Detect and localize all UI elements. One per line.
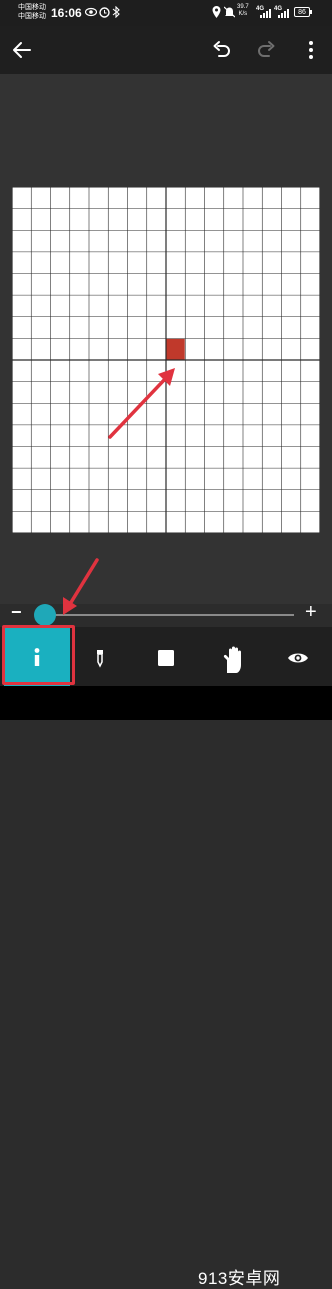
more-vert-icon[interactable] <box>299 38 323 62</box>
bluetooth-icon <box>112 6 120 18</box>
arrow-left-icon[interactable] <box>10 38 34 62</box>
battery-icon: 86 <box>294 7 312 17</box>
decrease-button[interactable]: − <box>11 602 22 623</box>
carrier-labels: 中国移动 中国移动 <box>18 3 46 21</box>
redo-icon[interactable] <box>254 38 278 62</box>
location-icon <box>212 6 221 18</box>
tool-fill-square[interactable] <box>133 627 199 686</box>
slider-thumb[interactable] <box>34 604 56 626</box>
clock: 16:06 <box>51 6 82 20</box>
filled-pixel[interactable] <box>166 338 185 360</box>
tool-hand[interactable] <box>199 627 265 686</box>
tool-preview[interactable] <box>265 627 331 686</box>
net-speed-unit: K/s <box>238 11 248 17</box>
hand-icon <box>223 646 241 673</box>
net-speed-value: 39.7 <box>237 4 249 10</box>
status-bar: 中国移动 中国移动 16:06 39.7 K/s 4G 4G 86 <box>0 0 332 26</box>
mute-icon <box>224 6 235 18</box>
alarm-icon <box>99 7 110 18</box>
increase-button[interactable]: + <box>305 601 317 624</box>
signal-icon-2 <box>278 9 289 18</box>
watermark: 913安卓网 <box>198 1269 281 1288</box>
eye-icon <box>288 653 308 663</box>
eye-icon <box>85 7 97 17</box>
carrier-1: 中国移动 <box>18 4 46 11</box>
eyedropper-icon <box>97 650 103 668</box>
system-nav-bar <box>0 686 332 720</box>
pixel-grid[interactable] <box>12 187 320 533</box>
highlight-box <box>2 625 75 685</box>
square-icon <box>158 650 174 666</box>
app-toolbar <box>0 26 332 74</box>
net-speed: 39.7 K/s <box>237 4 249 18</box>
slider-track[interactable] <box>38 614 294 616</box>
carrier-2: 中国移动 <box>18 13 46 20</box>
tool-eyedropper[interactable] <box>68 627 134 686</box>
signal-icon <box>260 9 271 18</box>
undo-icon[interactable] <box>210 38 234 62</box>
